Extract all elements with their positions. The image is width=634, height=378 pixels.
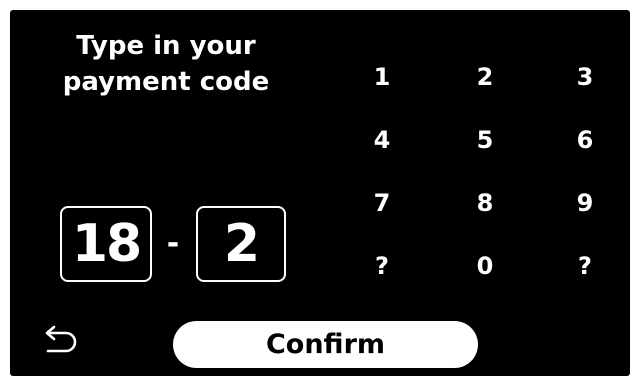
payment-code-prompt: Type in your payment code <box>54 28 278 100</box>
code-field-part-1[interactable]: 18 <box>60 206 152 282</box>
payment-code-display: 18 - 2 <box>60 206 300 284</box>
back-button[interactable] <box>38 320 82 358</box>
confirm-button[interactable]: Confirm <box>173 321 478 368</box>
prompt-line-1: Type in your <box>76 31 256 61</box>
key-7[interactable]: 7 <box>352 181 412 225</box>
key-1[interactable]: 1 <box>352 55 412 99</box>
numeric-keypad: 1 2 3 4 5 6 7 8 9 ? 0 ? <box>335 55 630 305</box>
code-field-part-2[interactable]: 2 <box>196 206 286 282</box>
key-4[interactable]: 4 <box>352 118 412 162</box>
key-2[interactable]: 2 <box>455 55 515 99</box>
code-separator: - <box>166 226 180 261</box>
key-5[interactable]: 5 <box>455 118 515 162</box>
key-9[interactable]: 9 <box>555 181 615 225</box>
key-3[interactable]: 3 <box>555 55 615 99</box>
key-6[interactable]: 6 <box>555 118 615 162</box>
back-arrow-icon <box>45 325 77 353</box>
key-8[interactable]: 8 <box>455 181 515 225</box>
payment-screen: Type in your payment code 18 - 2 1 2 3 4… <box>10 10 630 376</box>
key-0[interactable]: 0 <box>455 244 515 288</box>
prompt-line-2: payment code <box>62 67 270 97</box>
key-help-left[interactable]: ? <box>352 244 412 288</box>
key-help-right[interactable]: ? <box>555 244 615 288</box>
